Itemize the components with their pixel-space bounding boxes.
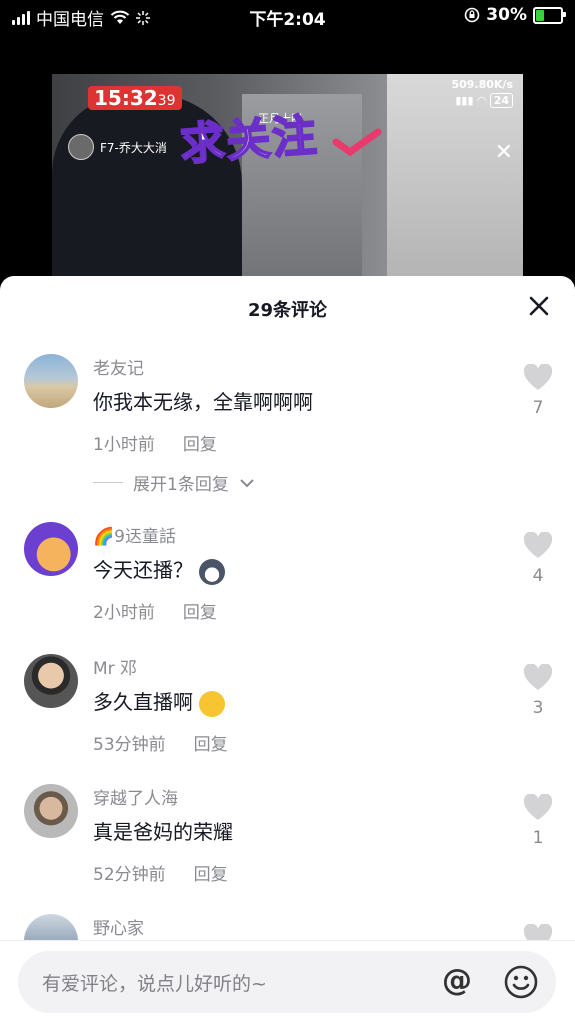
mention-button[interactable]: @	[442, 963, 472, 998]
heart-icon	[523, 363, 553, 390]
video-signal-badge: 24	[489, 93, 513, 108]
avatar[interactable]	[24, 784, 78, 838]
anchor-name: F7-乔大大消	[100, 140, 167, 155]
expand-label: 展开1条回复	[133, 475, 229, 495]
comment-sheet: 29条评论 老友记 你我本无缘，全靠啊啊啊 1小时前 回复 7 展开1条回复 🌈…	[0, 276, 575, 1024]
follow-sticker: 求关注	[178, 109, 321, 172]
comment-username[interactable]: 野心家	[93, 914, 144, 939]
like-button[interactable]: 7	[520, 363, 556, 418]
like-button[interactable]: 4	[520, 531, 556, 586]
laughing-emoji-icon	[199, 690, 225, 717]
comment-time: 53分钟前	[93, 735, 166, 755]
avatar[interactable]	[24, 654, 78, 708]
like-button[interactable]: 3	[520, 663, 556, 718]
heart-icon	[523, 793, 553, 820]
heart-icon	[523, 531, 553, 558]
close-icon[interactable]	[527, 294, 551, 318]
comment-time: 1小时前	[93, 435, 155, 455]
comment-text: 今天还播？	[93, 554, 225, 585]
like-count: 1	[532, 828, 544, 848]
comment-time: 52分钟前	[93, 865, 166, 885]
comment-item[interactable]: 穿越了人海 真是爸妈的荣耀 52分钟前 回复 1	[0, 784, 575, 904]
comment-username[interactable]: 🌈9迗童話	[93, 522, 176, 547]
checkmark-icon	[332, 128, 382, 156]
video-preview[interactable]: 15:3239 509.80K/s ▮▮▮ ◠ 24 正月十四 F7-乔大大消 …	[52, 74, 523, 284]
comment-text: 多久直播啊	[93, 686, 225, 717]
video-signal-icon: ▮▮▮	[455, 94, 474, 107]
comment-item[interactable]: 老友记 你我本无缘，全靠啊啊啊 1小时前 回复 7	[0, 354, 575, 474]
comment-count-title: 29条评论	[247, 300, 328, 321]
video-wifi-icon: ◠	[477, 94, 486, 107]
chevron-down-icon	[240, 478, 254, 487]
reply-button[interactable]: 回复	[183, 598, 217, 623]
comment-username[interactable]: 穿越了人海	[93, 784, 178, 809]
anchor-avatar	[68, 134, 94, 160]
comment-username[interactable]: 老友记	[93, 354, 144, 379]
battery-icon	[533, 6, 566, 24]
reply-button[interactable]: 回复	[183, 430, 217, 455]
reply-button[interactable]: 回复	[194, 860, 228, 885]
battery-percent: 30%	[486, 5, 527, 25]
husky-emoji-icon	[199, 558, 225, 585]
expand-replies-button[interactable]: 展开1条回复	[93, 470, 255, 495]
comment-input-placeholder: 有爱评论，说点儿好听的~	[42, 973, 267, 995]
like-count: 4	[532, 566, 544, 586]
like-count: 7	[532, 398, 544, 418]
comment-text: 你我本无缘，全靠啊啊啊	[93, 390, 313, 414]
comment-input[interactable]: 有爱评论，说点儿好听的~ @	[18, 951, 556, 1013]
video-anchor: F7-乔大大消	[68, 134, 167, 160]
status-bar: 中国电信 下午2:04 30%	[0, 0, 575, 32]
heart-icon	[523, 663, 553, 690]
avatar[interactable]	[24, 522, 78, 576]
comment-username[interactable]: Mr 邓	[93, 654, 137, 679]
reply-button[interactable]: 回复	[194, 730, 228, 755]
comment-input-bar: 有爱评论，说点儿好听的~ @	[0, 940, 575, 1025]
orientation-lock-icon	[464, 7, 480, 23]
video-clock: 15:3239	[88, 86, 182, 110]
comment-item[interactable]: Mr 邓 多久直播啊 53分钟前 回复 3	[0, 654, 575, 774]
comment-text: 真是爸妈的荣耀	[93, 820, 233, 844]
comment-time: 2小时前	[93, 603, 155, 623]
comment-item[interactable]: 🌈9迗童話 今天还播？ 2小时前 回复 4	[0, 522, 575, 642]
emoji-icon[interactable]	[504, 965, 538, 999]
avatar[interactable]	[24, 354, 78, 408]
video-network-speed: 509.80K/s ▮▮▮ ◠ 24	[451, 78, 513, 108]
like-button[interactable]: 1	[520, 793, 556, 848]
video-close-icon[interactable]: ✕	[495, 140, 513, 165]
like-count: 3	[532, 698, 544, 718]
